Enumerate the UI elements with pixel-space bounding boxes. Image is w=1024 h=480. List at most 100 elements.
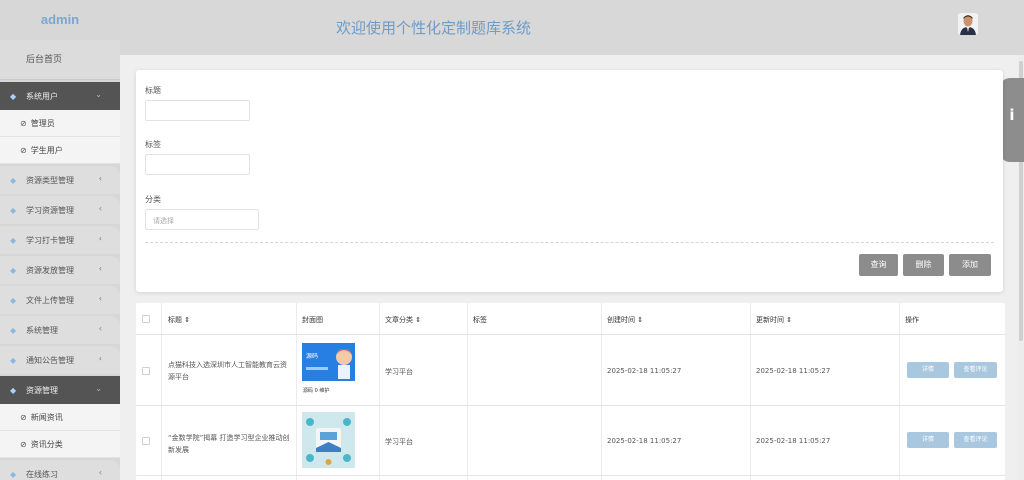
- cover-image[interactable]: 源码: [302, 343, 355, 381]
- check-circle-icon: ⊘: [20, 412, 27, 422]
- column-header-actions: 操作: [905, 316, 919, 324]
- diamond-icon: ◆: [10, 235, 17, 245]
- row-updated: 2025-02-18 11:05:27: [756, 437, 831, 445]
- cover-image[interactable]: [302, 412, 355, 468]
- sort-icon: ⇕: [637, 316, 644, 324]
- title-input[interactable]: [145, 100, 250, 121]
- row-title[interactable]: “金数学院”揭幕 打造学习型企业推动创新发展: [168, 432, 292, 456]
- sidebar-item-news[interactable]: ⊘ 新闻资讯: [0, 404, 120, 431]
- add-button[interactable]: 添加: [949, 254, 991, 276]
- page-title: 欢迎使用个性化定制题库系统: [336, 19, 532, 37]
- column-header-created[interactable]: 创建时间 ⇕: [607, 315, 643, 325]
- diamond-icon: ◆: [10, 295, 17, 305]
- sidebar-group-checkin[interactable]: ◆ 学习打卡管理 ‹: [0, 226, 120, 254]
- row-title[interactable]: 点猫科技入选深圳市人工智能教育云资源平台: [168, 359, 292, 383]
- chevron-left-icon: ‹: [98, 204, 102, 213]
- sidebar-group-label: 学习资源管理: [26, 205, 74, 215]
- table-header: 标题 ⇕ 封面图 文章分类 ⇕ 标签 创建时间 ⇕ 更新时间 ⇕ 操作: [136, 303, 1005, 335]
- view-comments-button[interactable]: 查看评论: [954, 362, 997, 378]
- category-select[interactable]: 请选择: [145, 209, 259, 230]
- diamond-icon: ◆: [10, 469, 17, 479]
- column-label: 标题: [168, 316, 182, 324]
- chevron-down-icon: ⌄: [95, 384, 102, 393]
- view-comments-button[interactable]: 查看评论: [954, 432, 997, 448]
- row-checkbox[interactable]: [142, 367, 150, 375]
- diamond-icon: ◆: [10, 325, 17, 335]
- cover-image-graphic: [302, 343, 355, 381]
- row-checkbox[interactable]: [142, 437, 150, 445]
- sidebar-group-resource-types[interactable]: ◆ 资源类型管理 ‹: [0, 166, 120, 194]
- sidebar-item-label: 新闻资讯: [30, 412, 63, 422]
- sidebar-item-news-category[interactable]: ⊘ 资讯分类: [0, 431, 120, 458]
- row-category: 学习平台: [385, 368, 413, 376]
- table-row: “金数学院”揭幕 打造学习型企业推动创新发展 学习平台 2025-02-18 1…: [136, 406, 1005, 476]
- chevron-left-icon: ‹: [98, 174, 102, 183]
- sidebar-group-learning-resources[interactable]: ◆ 学习资源管理 ‹: [0, 196, 120, 224]
- title-label: 标题: [145, 86, 161, 95]
- sidebar-item-label: 资讯分类: [30, 439, 63, 449]
- chevron-left-icon: ‹: [98, 294, 102, 303]
- select-all-checkbox[interactable]: [142, 315, 150, 323]
- sidebar-item-admin[interactable]: ⊘ 管理员: [0, 110, 120, 137]
- diamond-icon: ◆: [10, 385, 17, 395]
- column-header-category[interactable]: 文章分类 ⇕: [385, 315, 421, 325]
- data-table: 标题 ⇕ 封面图 文章分类 ⇕ 标签 创建时间 ⇕ 更新时间 ⇕ 操作 点猫科技…: [136, 303, 1005, 480]
- check-circle-icon: ⊘: [20, 145, 27, 155]
- avatar[interactable]: [958, 13, 978, 35]
- tag-label: 标签: [145, 140, 161, 149]
- sidebar-item-home[interactable]: 后台首页: [0, 40, 120, 80]
- diamond-icon: ◆: [10, 205, 17, 215]
- row-category: 学习平台: [385, 438, 413, 446]
- sidebar-group-system-mgmt[interactable]: ◆ 系统管理 ‹: [0, 316, 120, 344]
- sidebar: admin 后台首页 ◆ 系统用户 ⌄ ⊘ 管理员 ⊘ 学生用户 ◆ 资源类型管…: [0, 0, 120, 480]
- search-panel: 标题 标签 分类 请选择 查询 删除 添加: [136, 70, 1003, 292]
- column-label: 文章分类: [385, 316, 413, 324]
- detail-button[interactable]: 详情: [907, 432, 949, 448]
- cover-image-graphic: [302, 412, 355, 468]
- info-tab[interactable]: i: [1000, 78, 1024, 162]
- sidebar-group-label: 资源类型管理: [26, 175, 74, 185]
- avatar-image: [958, 13, 978, 35]
- diamond-icon: ◆: [10, 175, 17, 185]
- column-label: 更新时间: [756, 316, 784, 324]
- sidebar-group-file-upload[interactable]: ◆ 文件上传管理 ‹: [0, 286, 120, 314]
- sidebar-group-label: 在线练习: [26, 469, 58, 479]
- sidebar-group-label: 文件上传管理: [26, 295, 74, 305]
- sidebar-group-label: 资源发放管理: [26, 265, 74, 275]
- sidebar-item-student-users[interactable]: ⊘ 学生用户: [0, 137, 120, 164]
- sidebar-group-label: 资源管理: [26, 385, 58, 395]
- chevron-left-icon: ‹: [98, 264, 102, 273]
- chevron-left-icon: ‹: [98, 354, 102, 363]
- sidebar-group-online-practice[interactable]: ◆ 在线练习 ‹: [0, 460, 120, 480]
- sidebar-group-label: 系统用户: [26, 91, 58, 101]
- category-label: 分类: [145, 195, 161, 204]
- delete-button[interactable]: 删除: [903, 254, 944, 276]
- divider: [145, 242, 994, 243]
- sidebar-group-label: 系统管理: [26, 325, 58, 335]
- sidebar-group-system-users[interactable]: ◆ 系统用户 ⌄: [0, 82, 120, 110]
- sidebar-group-resource-mgmt[interactable]: ◆ 资源管理 ⌄: [0, 376, 120, 404]
- detail-button[interactable]: 详情: [907, 362, 949, 378]
- row-created: 2025-02-18 11:05:27: [607, 437, 682, 445]
- column-header-title[interactable]: 标题 ⇕: [168, 315, 190, 325]
- row-updated: 2025-02-18 11:05:27: [756, 367, 831, 375]
- chevron-left-icon: ‹: [98, 468, 102, 477]
- sidebar-group-distribution[interactable]: ◆ 资源发放管理 ‹: [0, 256, 120, 284]
- sidebar-item-label: 学生用户: [30, 145, 63, 155]
- diamond-icon: ◆: [10, 265, 17, 275]
- check-circle-icon: ⊘: [20, 439, 27, 449]
- column-header-cover: 封面图: [302, 316, 323, 324]
- table-row: 点猫科技入选深圳市人工智能教育云资源平台 源码 源码 0 维护 学习平台 202…: [136, 336, 1005, 406]
- sort-icon: ⇕: [786, 316, 793, 324]
- sidebar-group-notices[interactable]: ◆ 通知公告管理 ‹: [0, 346, 120, 374]
- chevron-down-icon: ⌄: [95, 90, 102, 99]
- header: 欢迎使用个性化定制题库系统: [120, 0, 1024, 55]
- column-header-updated[interactable]: 更新时间 ⇕: [756, 315, 792, 325]
- column-header-tags: 标签: [473, 316, 487, 324]
- tag-input[interactable]: [145, 154, 250, 175]
- sort-icon: ⇕: [184, 316, 191, 324]
- column-label: 创建时间: [607, 316, 635, 324]
- sidebar-group-label: 通知公告管理: [26, 355, 74, 365]
- sidebar-group-label: 学习打卡管理: [26, 235, 74, 245]
- query-button[interactable]: 查询: [859, 254, 898, 276]
